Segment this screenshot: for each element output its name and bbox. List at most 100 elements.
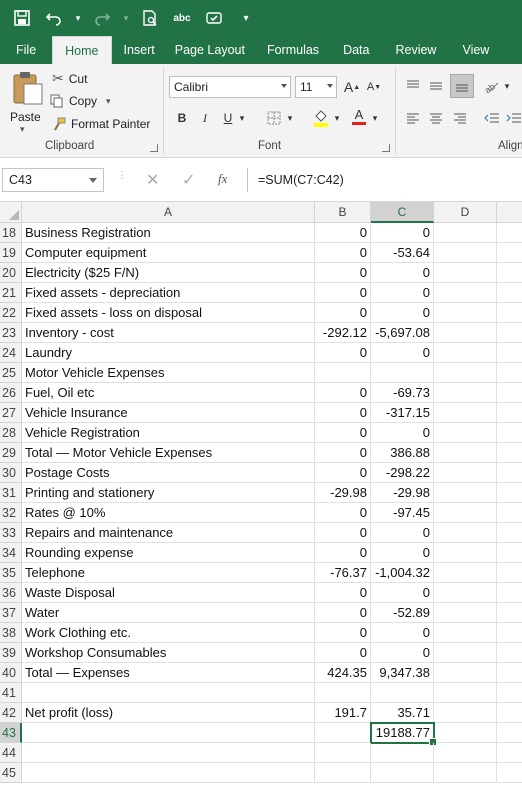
cell-c[interactable]: -53.64 xyxy=(371,243,434,263)
shrink-font-button[interactable]: A ▼ xyxy=(364,77,384,97)
cell-a[interactable]: Work Clothing etc. xyxy=(22,623,315,643)
cell-e[interactable] xyxy=(497,363,522,383)
cut-button[interactable]: ✂ Cut xyxy=(52,70,87,87)
cell-d[interactable] xyxy=(434,643,497,663)
cell-d[interactable] xyxy=(434,343,497,363)
redo-icon[interactable] xyxy=(90,6,114,30)
cell-c[interactable]: 386.88 xyxy=(371,443,434,463)
cell-a[interactable]: Fuel, Oil etc xyxy=(22,383,315,403)
cell-c[interactable]: 35.71 xyxy=(371,703,434,723)
cell-d[interactable] xyxy=(434,403,497,423)
cell-a[interactable]: Workshop Consumables xyxy=(22,643,315,663)
cell-e[interactable] xyxy=(497,403,522,423)
font-color-button[interactable]: A xyxy=(349,106,369,126)
cell-a[interactable]: Net profit (loss) xyxy=(22,703,315,723)
cell-c[interactable]: -5,697.08 xyxy=(371,323,434,343)
cell-e[interactable] xyxy=(497,383,522,403)
cell-e[interactable] xyxy=(497,583,522,603)
tab-data[interactable]: Data xyxy=(331,36,381,64)
cell-b[interactable]: -292.12 xyxy=(315,323,371,343)
cell-a[interactable]: Rounding expense xyxy=(22,543,315,563)
cell-d[interactable] xyxy=(434,683,497,703)
insert-function-icon[interactable]: fx xyxy=(218,171,227,187)
cell-e[interactable] xyxy=(497,483,522,503)
cell-e[interactable] xyxy=(497,343,522,363)
cell-a[interactable]: Fixed assets - loss on disposal xyxy=(22,303,315,323)
cell-e[interactable] xyxy=(497,323,522,343)
row-header[interactable]: 42 xyxy=(0,703,22,723)
format-painter-button[interactable]: Format Painter xyxy=(52,117,150,131)
row-header[interactable]: 39 xyxy=(0,643,22,663)
align-center-button[interactable] xyxy=(426,108,446,128)
row-header[interactable]: 44 xyxy=(0,743,22,763)
cell-b[interactable]: 424.35 xyxy=(315,663,371,683)
italic-button[interactable]: I xyxy=(195,108,215,128)
column-header-c[interactable]: C xyxy=(371,202,434,223)
cell-b[interactable]: 0 xyxy=(315,443,371,463)
fill-color-dropdown-icon[interactable]: ▾ xyxy=(331,108,343,128)
touch-mode-icon[interactable] xyxy=(202,6,226,30)
cell-c[interactable]: 0 xyxy=(371,543,434,563)
cell-e[interactable] xyxy=(497,503,522,523)
select-all-button[interactable] xyxy=(0,202,22,223)
cell-e[interactable] xyxy=(497,683,522,703)
cell-d[interactable] xyxy=(434,263,497,283)
row-header[interactable]: 19 xyxy=(0,243,22,263)
cell-a[interactable]: Total — Motor Vehicle Expenses xyxy=(22,443,315,463)
cell-b[interactable]: 0 xyxy=(315,543,371,563)
cell-b[interactable]: 0 xyxy=(315,343,371,363)
cell-e[interactable] xyxy=(497,543,522,563)
row-header[interactable]: 40 xyxy=(0,663,22,683)
cell-a[interactable]: Motor Vehicle Expenses xyxy=(22,363,315,383)
row-header[interactable]: 30 xyxy=(0,463,22,483)
cell-b[interactable]: 0 xyxy=(315,263,371,283)
orientation-dropdown-icon[interactable]: ▾ xyxy=(501,76,513,96)
cell-b[interactable]: 0 xyxy=(315,383,371,403)
cell-a[interactable] xyxy=(22,763,315,783)
cell-c[interactable]: 0 xyxy=(371,263,434,283)
cell-b[interactable]: -76.37 xyxy=(315,563,371,583)
cell-a[interactable]: Computer equipment xyxy=(22,243,315,263)
row-header[interactable]: 22 xyxy=(0,303,22,323)
row-header[interactable]: 26 xyxy=(0,383,22,403)
cell-e[interactable] xyxy=(497,643,522,663)
cell-e[interactable] xyxy=(497,723,522,743)
cell-b[interactable]: 0 xyxy=(315,583,371,603)
tab-review[interactable]: Review xyxy=(381,36,450,64)
row-header[interactable]: 25 xyxy=(0,363,22,383)
customize-qat-icon[interactable]: ▾ xyxy=(234,6,258,30)
cell-e[interactable] xyxy=(497,463,522,483)
cell-d[interactable] xyxy=(434,523,497,543)
cell-c[interactable]: -29.98 xyxy=(371,483,434,503)
decrease-indent-button[interactable] xyxy=(482,108,502,128)
name-box[interactable]: C43 xyxy=(2,168,104,192)
copy-dropdown-icon[interactable]: ▾ xyxy=(106,96,111,107)
cell-b[interactable]: 0 xyxy=(315,283,371,303)
row-header[interactable]: 34 xyxy=(0,543,22,563)
row-header[interactable]: 29 xyxy=(0,443,22,463)
cell-d[interactable] xyxy=(434,503,497,523)
cell-b[interactable]: 0 xyxy=(315,403,371,423)
cell-a[interactable]: Postage Costs xyxy=(22,463,315,483)
row-header[interactable]: 20 xyxy=(0,263,22,283)
borders-button[interactable] xyxy=(264,108,284,128)
align-left-button[interactable] xyxy=(403,108,423,128)
print-preview-icon[interactable] xyxy=(138,6,162,30)
cell-e[interactable] xyxy=(497,563,522,583)
bold-button[interactable]: B xyxy=(172,108,192,128)
row-header[interactable]: 35 xyxy=(0,563,22,583)
cell-b[interactable] xyxy=(315,683,371,703)
cell-c[interactable]: 0 xyxy=(371,223,434,243)
cell-e[interactable] xyxy=(497,523,522,543)
spelling-icon[interactable]: abc xyxy=(170,6,194,30)
row-header[interactable]: 37 xyxy=(0,603,22,623)
cell-a[interactable]: Laundry xyxy=(22,343,315,363)
font-name-combo[interactable]: Calibri xyxy=(169,76,291,98)
cell-b[interactable]: -29.98 xyxy=(315,483,371,503)
cell-d[interactable] xyxy=(434,723,497,743)
tab-file[interactable]: File xyxy=(0,36,52,64)
cell-d[interactable] xyxy=(434,383,497,403)
cancel-icon[interactable]: ✕ xyxy=(146,170,159,190)
undo-icon[interactable] xyxy=(42,6,66,30)
cell-e[interactable] xyxy=(497,423,522,443)
